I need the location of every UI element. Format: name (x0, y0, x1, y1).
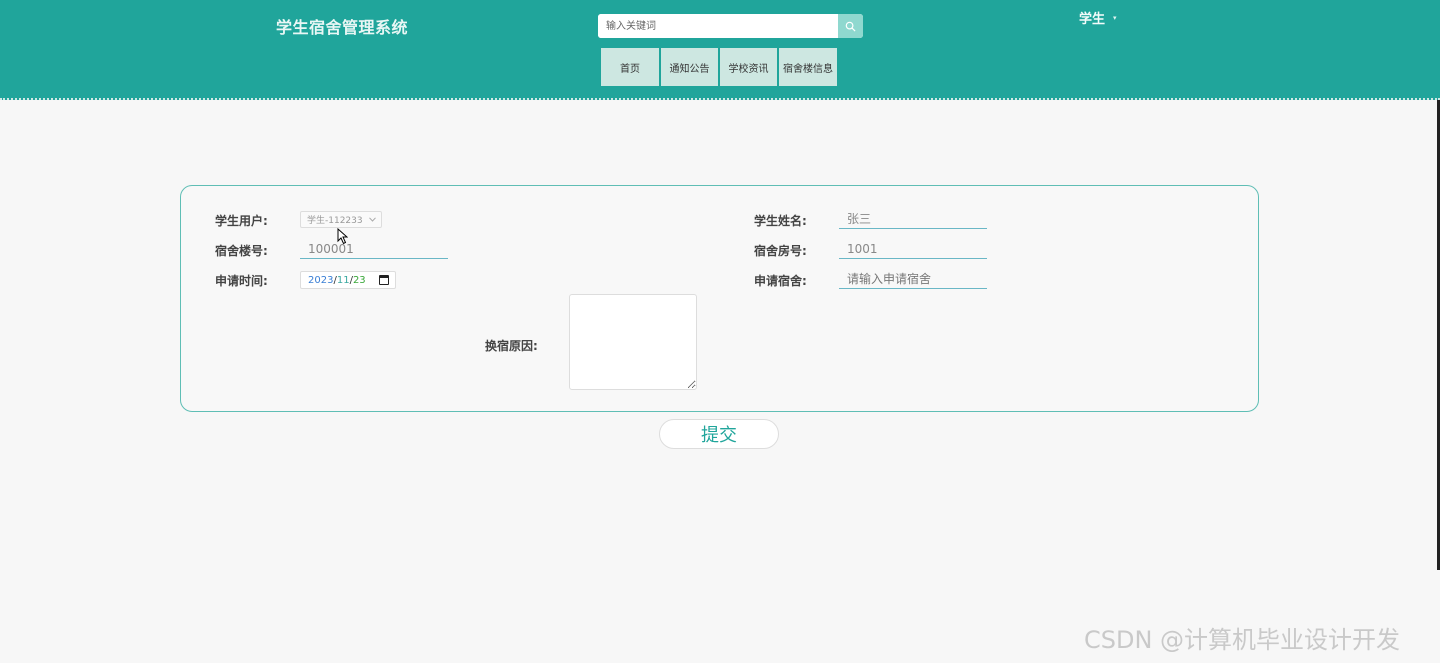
nav-item-school-news[interactable]: 学校资讯 (720, 48, 777, 86)
date-month: 11 (336, 274, 350, 286)
student-name-field[interactable] (839, 209, 987, 229)
apply-dorm-label: 申请宿舍: (754, 274, 807, 288)
building-no-label: 宿舍楼号: (215, 244, 268, 258)
nav-item-home[interactable]: 首页 (601, 48, 659, 86)
site-title: 学生宿舍管理系统 (276, 18, 409, 37)
reason-label: 换宿原因: (485, 339, 538, 353)
student-name-label: 学生姓名: (754, 214, 807, 228)
watermark: CSDN @计算机毕业设计开发 (1084, 626, 1401, 654)
dorm-change-form: 学生用户: 学生-112233 学生姓名: 宿舍楼号: 宿舍房号: 申请时间: … (180, 185, 1259, 412)
chevron-down-icon: ▾ (1113, 13, 1117, 22)
reason-textarea[interactable] (569, 294, 697, 390)
student-user-label: 学生用户: (215, 214, 268, 228)
apply-time-label: 申请时间: (215, 274, 268, 288)
user-label: 学生 (1079, 12, 1106, 27)
apply-dorm-field[interactable] (839, 269, 987, 289)
main-nav: 首页 通知公告 学校资讯 宿舍楼信息 (601, 48, 837, 86)
search-icon (845, 21, 856, 32)
date-day: 23 (352, 274, 366, 286)
nav-item-notices[interactable]: 通知公告 (661, 48, 718, 86)
mouse-cursor-icon (337, 228, 348, 245)
search-box (598, 14, 863, 38)
student-user-value: 学生-112233 (307, 216, 363, 226)
apply-time-date-input[interactable]: 2023/11/23 (300, 271, 396, 289)
submit-button[interactable]: 提交 (659, 419, 779, 449)
student-user-select[interactable]: 学生-112233 (300, 211, 382, 228)
header-bar: 学生宿舍管理系统 学生 ▾ 首页 通知公告 学校资讯 宿舍楼信息 (0, 0, 1440, 100)
building-no-field[interactable] (300, 239, 448, 259)
user-menu[interactable]: 学生 ▾ (1079, 8, 1117, 27)
search-button[interactable] (838, 14, 863, 38)
calendar-icon[interactable] (379, 275, 389, 285)
nav-item-dorm-buildings[interactable]: 宿舍楼信息 (779, 48, 837, 86)
chevron-down-icon (369, 217, 376, 222)
room-no-field[interactable] (839, 239, 987, 259)
date-year: 2023 (308, 274, 334, 286)
search-input[interactable] (598, 14, 838, 38)
room-no-label: 宿舍房号: (754, 244, 807, 258)
